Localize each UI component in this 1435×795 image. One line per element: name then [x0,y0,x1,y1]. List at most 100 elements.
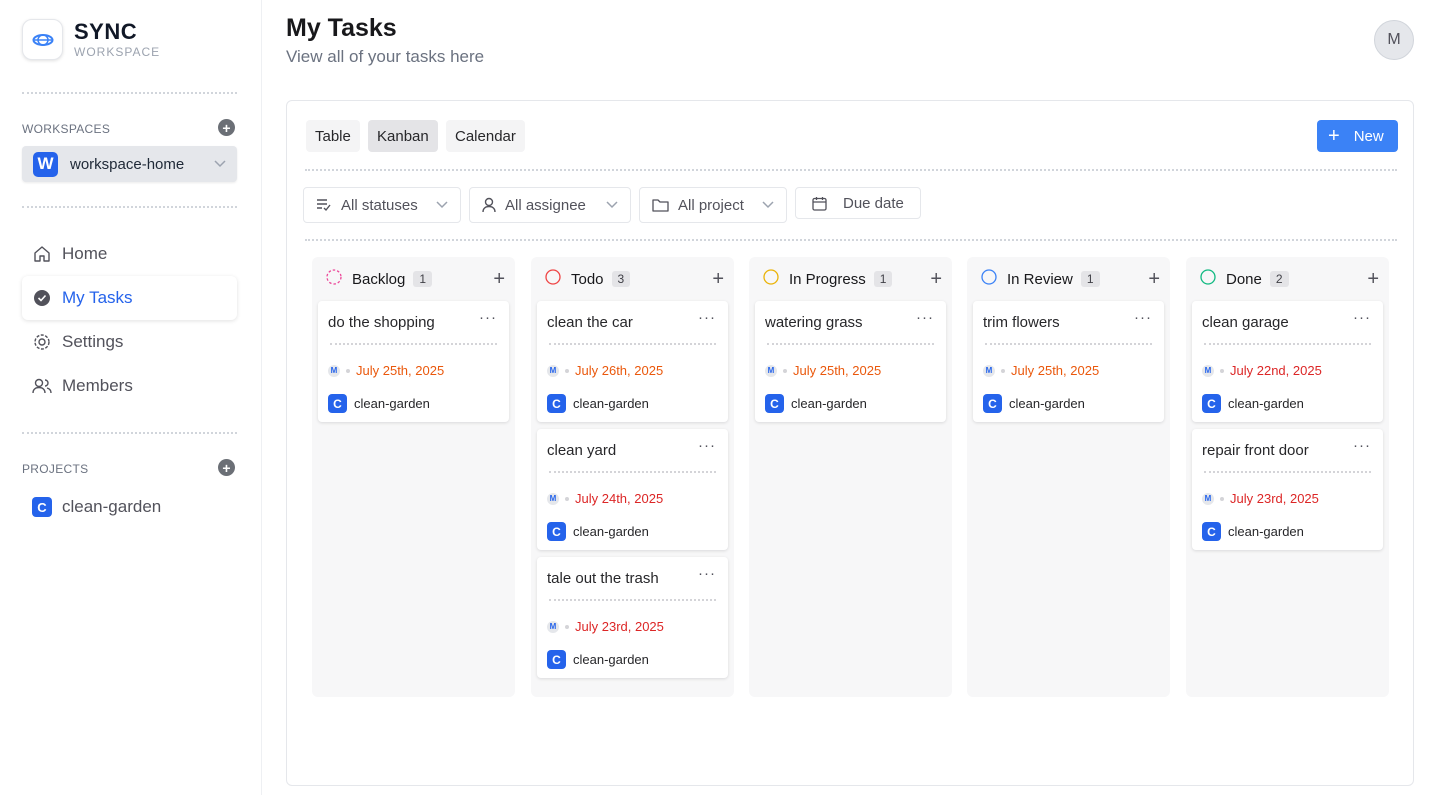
add-task-button[interactable]: + [493,269,505,289]
divider [549,343,716,345]
tab-table[interactable]: Table [306,120,360,152]
divider [305,239,1397,241]
more-options-icon[interactable]: ··· [698,437,716,454]
more-options-icon[interactable]: ··· [479,309,497,326]
assignee-avatar: M [1202,492,1214,505]
assignee-avatar: M [547,364,559,377]
divider [22,92,237,94]
workspaces-label: WORKSPACES [22,122,111,136]
add-workspace-button[interactable]: + [218,119,235,136]
due-date: July 24th, 2025 [575,491,664,506]
brand-logo[interactable]: SYNC WORKSPACE [22,19,160,60]
project-name: clean-garden [62,497,162,516]
divider [22,432,237,434]
assignee-filter[interactable]: All assignee [469,187,631,223]
nav-item-my-tasks[interactable]: My Tasks [22,276,237,320]
gear-icon [32,332,52,352]
sidebar-project-clean-garden[interactable]: C clean-garden [32,497,161,517]
column-title: Backlog [352,270,406,288]
project-avatar: C [547,522,566,541]
user-icon [482,197,496,213]
more-options-icon[interactable]: ··· [1353,309,1371,326]
task-card[interactable]: repair front door ··· M July 23rd, 2025 … [1192,429,1383,550]
task-card[interactable]: tale out the trash ··· M July 23rd, 2025… [537,557,728,678]
workspace-avatar: W [33,151,58,177]
tab-kanban[interactable]: Kanban [368,120,438,152]
more-options-icon[interactable]: ··· [1353,437,1371,454]
more-options-icon[interactable]: ··· [698,565,716,582]
task-card[interactable]: do the shopping ··· M July 25th, 2025 C … [318,301,509,422]
kanban-column-in-progress: In Progress 1 + watering grass ··· M Jul… [749,257,952,697]
project-avatar: C [547,394,566,413]
new-task-button[interactable]: + New [1317,120,1398,152]
divider [1204,471,1371,473]
task-card[interactable]: clean yard ··· M July 24th, 2025 C clean… [537,429,728,550]
filter-label: All assignee [505,196,586,214]
brand-title: SYNC [74,19,138,44]
nav-item-members[interactable]: Members [22,364,237,408]
task-card[interactable]: clean garage ··· M July 22nd, 2025 C cle… [1192,301,1383,422]
filter-label: All statuses [341,196,418,214]
nav-label: Home [62,244,108,263]
status-todo-icon [545,268,561,290]
due-date: July 25th, 2025 [1011,363,1100,378]
assignee-avatar: M [983,364,995,377]
add-task-button[interactable]: + [712,269,724,289]
add-task-button[interactable]: + [930,269,942,289]
nav-label: Settings [62,332,124,351]
add-task-button[interactable]: + [1367,269,1379,289]
project-avatar: C [765,394,784,413]
add-project-button[interactable]: + [218,459,235,476]
task-title: clean garage [1202,314,1289,331]
task-title: clean yard [547,442,617,459]
separator-dot [1220,496,1224,501]
divider [22,206,237,208]
divider [549,471,716,473]
task-card[interactable]: trim flowers ··· M July 25th, 2025 C cle… [973,301,1164,422]
page-title: My Tasks [286,14,397,42]
project-name: clean-garden [573,652,649,667]
tasks-panel: Table Kanban Calendar + New All statuses… [286,100,1414,786]
task-title: watering grass [765,314,863,331]
check-circle-icon [32,288,52,308]
separator-dot [346,368,350,373]
nav-item-settings[interactable]: Settings [22,320,237,364]
project-filter[interactable]: All project [639,187,787,223]
task-title: repair front door [1202,442,1309,459]
task-title: tale out the trash [547,570,659,587]
logo-icon [22,19,63,60]
nav-item-home[interactable]: Home [22,232,237,276]
main-nav: Home My Tasks Settings Members [22,232,237,408]
workspace-name: workspace-home [70,155,185,173]
divider [549,599,716,601]
add-task-button[interactable]: + [1148,269,1160,289]
task-card[interactable]: clean the car ··· M July 26th, 2025 C cl… [537,301,728,422]
project-name: clean-garden [354,396,430,411]
separator-dot [565,368,569,373]
more-options-icon[interactable]: ··· [916,309,934,326]
due-date: July 25th, 2025 [793,363,882,378]
assignee-avatar: M [547,492,559,505]
workspace-switcher[interactable]: W workspace-home [22,146,237,182]
assignee-avatar: M [328,364,340,377]
column-count: 1 [413,271,433,287]
user-avatar[interactable]: M [1374,20,1414,60]
chevron-down-icon [762,201,774,209]
filter-label: All project [678,196,744,214]
more-options-icon[interactable]: ··· [698,309,716,326]
column-title: Todo [571,270,604,288]
more-options-icon[interactable]: ··· [1134,309,1152,326]
separator-dot [1001,368,1005,373]
divider [985,343,1152,345]
project-name: clean-garden [573,524,649,539]
status-in-review-icon [981,268,997,290]
task-title: clean the car [547,314,633,331]
status-filter[interactable]: All statuses [303,187,461,223]
separator-dot [565,496,569,501]
task-card[interactable]: watering grass ··· M July 25th, 2025 C c… [755,301,946,422]
project-avatar: C [547,650,566,669]
project-avatar: C [328,394,347,413]
divider [1204,343,1371,345]
tab-calendar[interactable]: Calendar [446,120,525,152]
due-date-filter[interactable]: Due date [795,187,921,219]
